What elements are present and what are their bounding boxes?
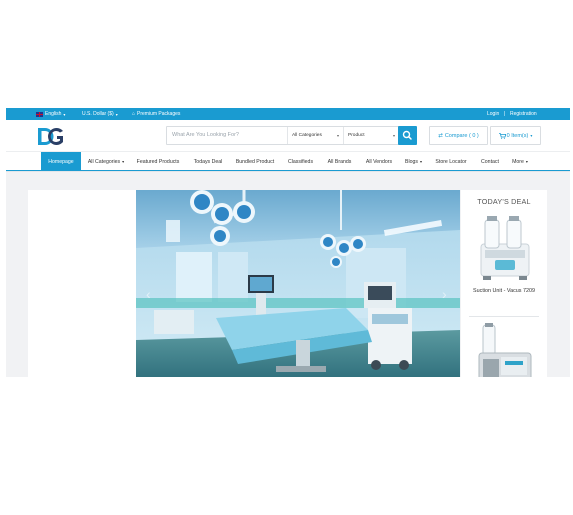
nav-item-label: All Brands (327, 158, 352, 165)
search-type-value: Product (348, 133, 365, 138)
chevron-down-icon: ▾ (115, 111, 118, 117)
compare-icon: ⇄ (438, 132, 443, 139)
top-bar: English ▾ U.S. Dollar ($) ▾ ⌂ Premium Pa… (6, 108, 570, 120)
slider-prev-arrow-icon[interactable]: ‹ (146, 286, 151, 302)
category-select-value: All Categories (292, 133, 322, 138)
browser-screenshot: English ▾ U.S. Dollar ($) ▾ ⌂ Premium Pa… (6, 108, 570, 377)
nav-item-label: All Categories (87, 158, 121, 165)
category-sidebar (28, 190, 136, 377)
search-input[interactable]: What Are You Looking For? (172, 132, 239, 138)
nav-item-label: Store Locator (435, 158, 467, 165)
nav-item-label: More (512, 158, 524, 165)
nav-item-featured-products[interactable]: Featured Products (133, 152, 183, 171)
nav-item-label: Featured Products (136, 158, 180, 165)
caret-down-icon: ▾ (392, 133, 395, 138)
chevron-down-icon: ▾ (122, 159, 125, 164)
chevron-down-icon: ▾ (63, 111, 66, 117)
chevron-down-icon: ▾ (525, 159, 528, 164)
chevron-down-icon: ▾ (530, 133, 533, 138)
compare-label: Compare ( 0 ) (444, 132, 479, 139)
search-bar: What Are You Looking For? All Categories… (166, 126, 400, 145)
main-navigation: Homepage All Categories ▾ Featured Produ… (6, 151, 570, 171)
nav-item-bundled-product[interactable]: Bundled Product (232, 152, 278, 171)
search-type-select[interactable]: Product ▾ (343, 127, 399, 144)
deal-product-name[interactable]: Suction Unit - Vacus 7209 (465, 287, 543, 295)
chevron-down-icon: ▾ (419, 159, 422, 164)
operating-room-image (136, 190, 460, 377)
search-button[interactable] (398, 126, 417, 145)
premium-packages-link[interactable]: ⌂ Premium Packages (132, 111, 180, 117)
deal-divider (469, 316, 539, 317)
nav-item-todays-deal[interactable]: Todays Deal (190, 152, 226, 171)
cart-label: 0 Item(s) (506, 132, 529, 139)
nav-item-label: Blogs (405, 158, 418, 165)
nav-item-label: Homepage (48, 158, 74, 165)
site-logo[interactable] (36, 126, 66, 147)
caret-down-icon: ▾ (336, 133, 339, 138)
nav-item-contact[interactable]: Contact (476, 152, 504, 171)
suction-unit-image[interactable] (477, 214, 533, 282)
language-label: English (45, 111, 62, 117)
topbar-divider: | (504, 111, 506, 117)
home-icon: ⌂ (132, 111, 136, 117)
nav-item-all-categories[interactable]: All Categories ▾ (84, 152, 128, 171)
nav-item-all-brands[interactable]: All Brands (324, 152, 355, 171)
nav-item-homepage[interactable]: Homepage (41, 152, 81, 171)
category-select[interactable]: All Categories ▾ (287, 127, 343, 144)
nav-item-label: Todays Deal (193, 158, 223, 165)
nav-item-label: All Vendors (365, 158, 393, 165)
todays-deal-panel: TODAY'S DEAL Suction Unit - Vacus 7209 (461, 190, 547, 377)
cart-icon (498, 132, 506, 139)
uk-flag-icon (36, 111, 43, 117)
login-link[interactable]: Login (487, 111, 499, 117)
deal-product-image-2[interactable] (475, 323, 535, 377)
nav-item-store-locator[interactable]: Store Locator (431, 152, 471, 171)
nav-item-label: Bundled Product (235, 158, 275, 165)
compare-button[interactable]: ⇄ Compare ( 0 ) (429, 126, 488, 145)
nav-item-label: Classifieds (287, 158, 314, 165)
currency-selector[interactable]: U.S. Dollar ($) ▾ (82, 111, 118, 117)
todays-deal-title: TODAY'S DEAL (477, 197, 531, 206)
login-label: Login (487, 111, 500, 117)
nav-item-label: Contact (481, 158, 499, 165)
header: What Are You Looking For? All Categories… (6, 120, 570, 151)
registration-label: Registration (510, 111, 537, 117)
nav-underline (6, 170, 570, 171)
currency-label: U.S. Dollar ($) (82, 111, 114, 117)
search-icon (402, 130, 412, 140)
registration-link[interactable]: Registration (510, 111, 537, 117)
language-selector[interactable]: English ▾ (36, 111, 65, 117)
nav-item-all-vendors[interactable]: All Vendors (362, 152, 396, 171)
nav-item-classifieds[interactable]: Classifieds (284, 152, 317, 171)
slider-next-arrow-icon[interactable]: › (442, 286, 447, 302)
nav-item-blogs[interactable]: Blogs ▾ (401, 152, 426, 171)
nav-item-more[interactable]: More ▾ (508, 152, 532, 171)
premium-label: Premium Packages (137, 111, 181, 117)
hero-slider[interactable] (136, 190, 460, 377)
cart-button[interactable]: 0 Item(s) ▾ (490, 126, 541, 145)
